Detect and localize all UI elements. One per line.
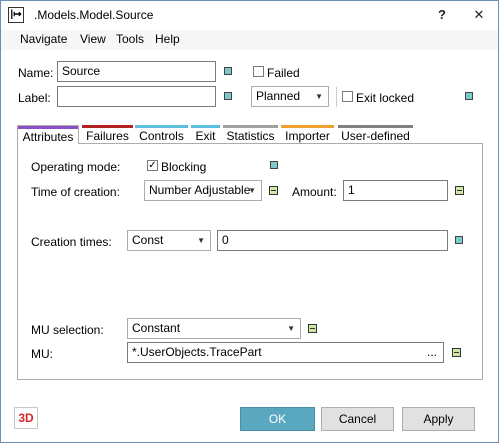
3d-button[interactable]: 3D (14, 407, 38, 429)
divider (336, 87, 337, 107)
creation-times-value: Const (132, 233, 164, 247)
tab-exit[interactable]: Exit (191, 125, 220, 143)
blocking-inherit-icon[interactable] (270, 161, 278, 169)
mu-value: *.UserObjects.TracePart (132, 345, 262, 359)
dialog-window: |↦ .Models.Model.Source ? ✕ Navigate Vie… (0, 0, 499, 443)
close-icon[interactable]: ✕ (468, 5, 490, 25)
chevron-down-icon: ▼ (248, 186, 256, 195)
tab-color-bar (82, 125, 133, 128)
app-icon: |↦ (8, 7, 24, 23)
tab-importer[interactable]: Importer (281, 125, 334, 143)
name-inherit-icon[interactable] (224, 67, 232, 75)
tab-color-bar (191, 125, 220, 128)
menu-bar: Navigate View Tools Help (1, 30, 498, 50)
time-of-creation-value: Number Adjustable (149, 183, 251, 197)
menu-help[interactable]: Help (155, 32, 180, 46)
apply-button[interactable]: Apply (402, 407, 475, 431)
amount-inherit-icon[interactable] (455, 186, 464, 195)
tab-failures[interactable]: Failures (82, 125, 133, 143)
cancel-button[interactable]: Cancel (321, 407, 394, 431)
mu-label: MU: (31, 347, 53, 361)
tab-failures-label: Failures (86, 129, 129, 143)
title-bar: |↦ .Models.Model.Source ? ✕ (1, 1, 498, 30)
mu-inherit-icon[interactable] (452, 348, 461, 357)
failed-checkbox[interactable] (253, 66, 264, 77)
operating-mode-label: Operating mode: (31, 160, 121, 174)
tab-statistics[interactable]: Statistics (223, 125, 278, 143)
name-field[interactable]: Source (57, 61, 216, 82)
failed-label: Failed (267, 66, 300, 80)
state-select-value: Planned (256, 89, 301, 103)
label-inherit-icon[interactable] (224, 92, 232, 100)
tab-controls[interactable]: Controls (135, 125, 188, 143)
amount-label: Amount: (292, 185, 337, 199)
mu-selection-label: MU selection: (31, 323, 104, 337)
creation-times-field[interactable]: 0 (217, 230, 448, 251)
creation-times-select[interactable]: Const ▼ (127, 230, 211, 251)
time-of-creation-inherit-icon[interactable] (269, 186, 278, 195)
tab-color-bar (223, 125, 278, 128)
tab-exit-label: Exit (195, 129, 216, 143)
ok-button[interactable]: OK (240, 407, 315, 431)
chevron-down-icon: ▼ (287, 324, 295, 333)
mu-selection-value: Constant (132, 321, 181, 335)
tab-attributes[interactable]: Attributes (17, 125, 79, 144)
chevron-down-icon: ▼ (315, 92, 323, 101)
exit-locked-label: Exit locked (356, 91, 415, 105)
chevron-down-icon: ▼ (197, 236, 205, 245)
menu-navigate[interactable]: Navigate (20, 32, 67, 46)
tab-color-bar (18, 126, 78, 129)
state-select[interactable]: Planned ▼ (251, 86, 329, 107)
tab-importer-label: Importer (285, 129, 330, 143)
creation-times-label: Creation times: (31, 235, 112, 249)
help-icon[interactable]: ? (431, 5, 453, 25)
tab-color-bar (135, 125, 188, 128)
exit-locked-inherit-icon[interactable] (465, 92, 473, 100)
blocking-label: Blocking (161, 160, 207, 174)
mu-selection-select[interactable]: Constant ▼ (127, 318, 301, 339)
exit-locked-checkbox[interactable] (342, 91, 353, 102)
blocking-checkbox[interactable]: ✓ (147, 160, 158, 171)
amount-field[interactable]: 1 (343, 180, 448, 201)
label-label: Label: (18, 91, 51, 105)
mu-browse-button[interactable]: ... (427, 343, 437, 362)
time-of-creation-label: Time of creation: (31, 185, 120, 199)
tab-color-bar (281, 125, 334, 128)
tab-user-defined-label: User-defined (341, 129, 410, 143)
time-of-creation-select[interactable]: Number Adjustable ▼ (144, 180, 262, 201)
menu-tools[interactable]: Tools (116, 32, 144, 46)
check-icon: ✓ (148, 160, 157, 171)
menu-view[interactable]: View (80, 32, 106, 46)
tab-color-bar (338, 125, 413, 128)
tab-controls-label: Controls (139, 129, 184, 143)
mu-field[interactable]: *.UserObjects.TracePart ... (127, 342, 444, 363)
mu-selection-inherit-icon[interactable] (308, 324, 317, 333)
name-label: Name: (18, 66, 54, 80)
tab-attributes-label: Attributes (22, 130, 74, 144)
window-title: .Models.Model.Source (34, 8, 154, 22)
tab-statistics-label: Statistics (226, 129, 275, 143)
tab-user-defined[interactable]: User-defined (338, 125, 413, 143)
label-field[interactable] (57, 86, 216, 107)
creation-times-inherit-icon[interactable] (455, 236, 463, 244)
